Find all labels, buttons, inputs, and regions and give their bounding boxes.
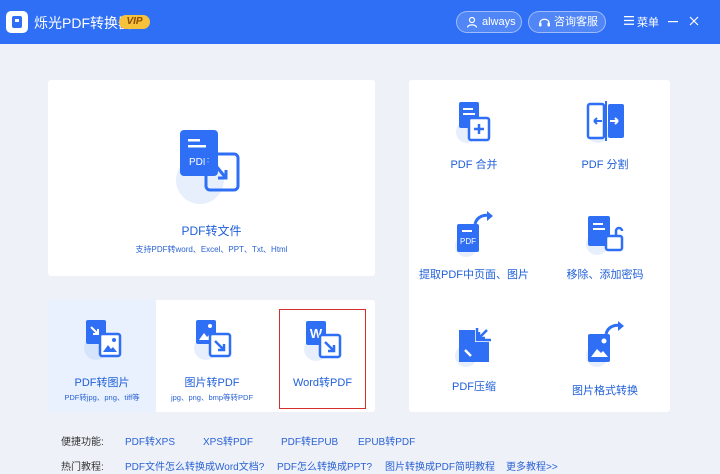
- title-bar: 烁光PDF转换器 VIP always 咨询客服 菜单: [0, 0, 720, 44]
- pdf-to-file-title: PDF转文件: [48, 222, 375, 239]
- app-title: 烁光PDF转换器: [34, 13, 132, 33]
- tutorial-pdf-to-word[interactable]: PDF文件怎么转换成Word文档?: [125, 458, 264, 473]
- word-to-pdf-label: Word转PDF: [280, 374, 365, 390]
- shortcut-pdf-to-xps[interactable]: PDF转XPS: [125, 433, 175, 448]
- pdf-compress-tool[interactable]: PDF压缩: [409, 314, 539, 424]
- pdf-to-image-tool[interactable]: PDF转图片 PDF转jpg、png、tiff等: [48, 300, 156, 412]
- user-name: always: [482, 12, 516, 32]
- close-button[interactable]: [689, 13, 703, 29]
- word-to-pdf-icon: W: [302, 319, 344, 361]
- image-format-tool[interactable]: 图片格式转换: [540, 314, 670, 424]
- compress-icon: [453, 324, 497, 368]
- split-icon: [584, 100, 628, 144]
- user-icon: [466, 16, 478, 28]
- tutorials-label: 热门教程:: [61, 458, 104, 473]
- shortcut-xps-to-pdf[interactable]: XPS转PDF: [203, 433, 253, 448]
- more-tutorials-link[interactable]: 更多教程>>: [506, 458, 558, 473]
- password-tool[interactable]: 移除、添加密码: [540, 202, 670, 312]
- pdf-split-label: PDF 分割: [540, 156, 670, 172]
- hamburger-icon: [624, 16, 634, 25]
- pdf-extract-tool[interactable]: PDF 提取PDF中页面、图片: [409, 202, 539, 312]
- tutorial-pdf-to-ppt[interactable]: PDF怎么转换成PPT?: [277, 458, 372, 473]
- pdf-to-image-label: PDF转图片: [48, 374, 156, 390]
- image-to-pdf-label: 图片转PDF: [156, 374, 268, 390]
- menu-label: 菜单: [637, 14, 659, 30]
- close-icon: [689, 13, 699, 29]
- image-convert-icon: [584, 320, 630, 368]
- vip-badge[interactable]: VIP: [119, 15, 150, 29]
- extract-icon: PDF: [453, 210, 497, 258]
- lock-icon: [584, 212, 628, 256]
- minimize-button[interactable]: [668, 13, 682, 29]
- pdf-merge-tool[interactable]: PDF 合并: [409, 90, 539, 200]
- image-to-pdf-icon: [192, 318, 234, 360]
- shortcuts-label: 便捷功能:: [61, 433, 104, 448]
- minimize-icon: [668, 13, 678, 29]
- pdf-split-tool[interactable]: PDF 分割: [540, 90, 670, 200]
- merge-icon: [455, 100, 495, 144]
- headset-icon: [538, 16, 551, 28]
- image-to-pdf-tool[interactable]: 图片转PDF jpg、png、bmp等转PDF: [156, 300, 268, 412]
- image-format-label: 图片格式转换: [540, 382, 670, 398]
- image-to-pdf-subtitle: jpg、png、bmp等转PDF: [156, 392, 268, 403]
- pdf-to-file-subtitle: 支持PDF转word、Excel、PPT、Txt、Html: [48, 244, 375, 255]
- tutorial-image-to-pdf[interactable]: 图片转换成PDF简明教程: [385, 458, 495, 473]
- pdf-merge-label: PDF 合并: [409, 156, 539, 172]
- pdf-to-image-subtitle: PDF转jpg、png、tiff等: [48, 392, 156, 403]
- word-to-pdf-tool[interactable]: W Word转PDF: [279, 309, 366, 409]
- password-label: 移除、添加密码: [540, 266, 670, 282]
- app-logo-icon: [6, 11, 28, 33]
- pdf-to-file-icon: PDF: [170, 124, 250, 204]
- user-account-button[interactable]: always: [456, 11, 522, 33]
- customer-support-button[interactable]: 咨询客服: [528, 11, 606, 33]
- pdf-extract-label: 提取PDF中页面、图片: [409, 266, 539, 282]
- shortcut-pdf-to-epub[interactable]: PDF转EPUB: [281, 433, 338, 448]
- shortcut-epub-to-pdf[interactable]: EPUB转PDF: [358, 433, 415, 448]
- support-label: 咨询客服: [554, 12, 598, 32]
- svg-text:PDF: PDF: [460, 237, 476, 246]
- pdf-compress-label: PDF压缩: [409, 378, 539, 394]
- pdf-to-image-icon: [82, 318, 124, 360]
